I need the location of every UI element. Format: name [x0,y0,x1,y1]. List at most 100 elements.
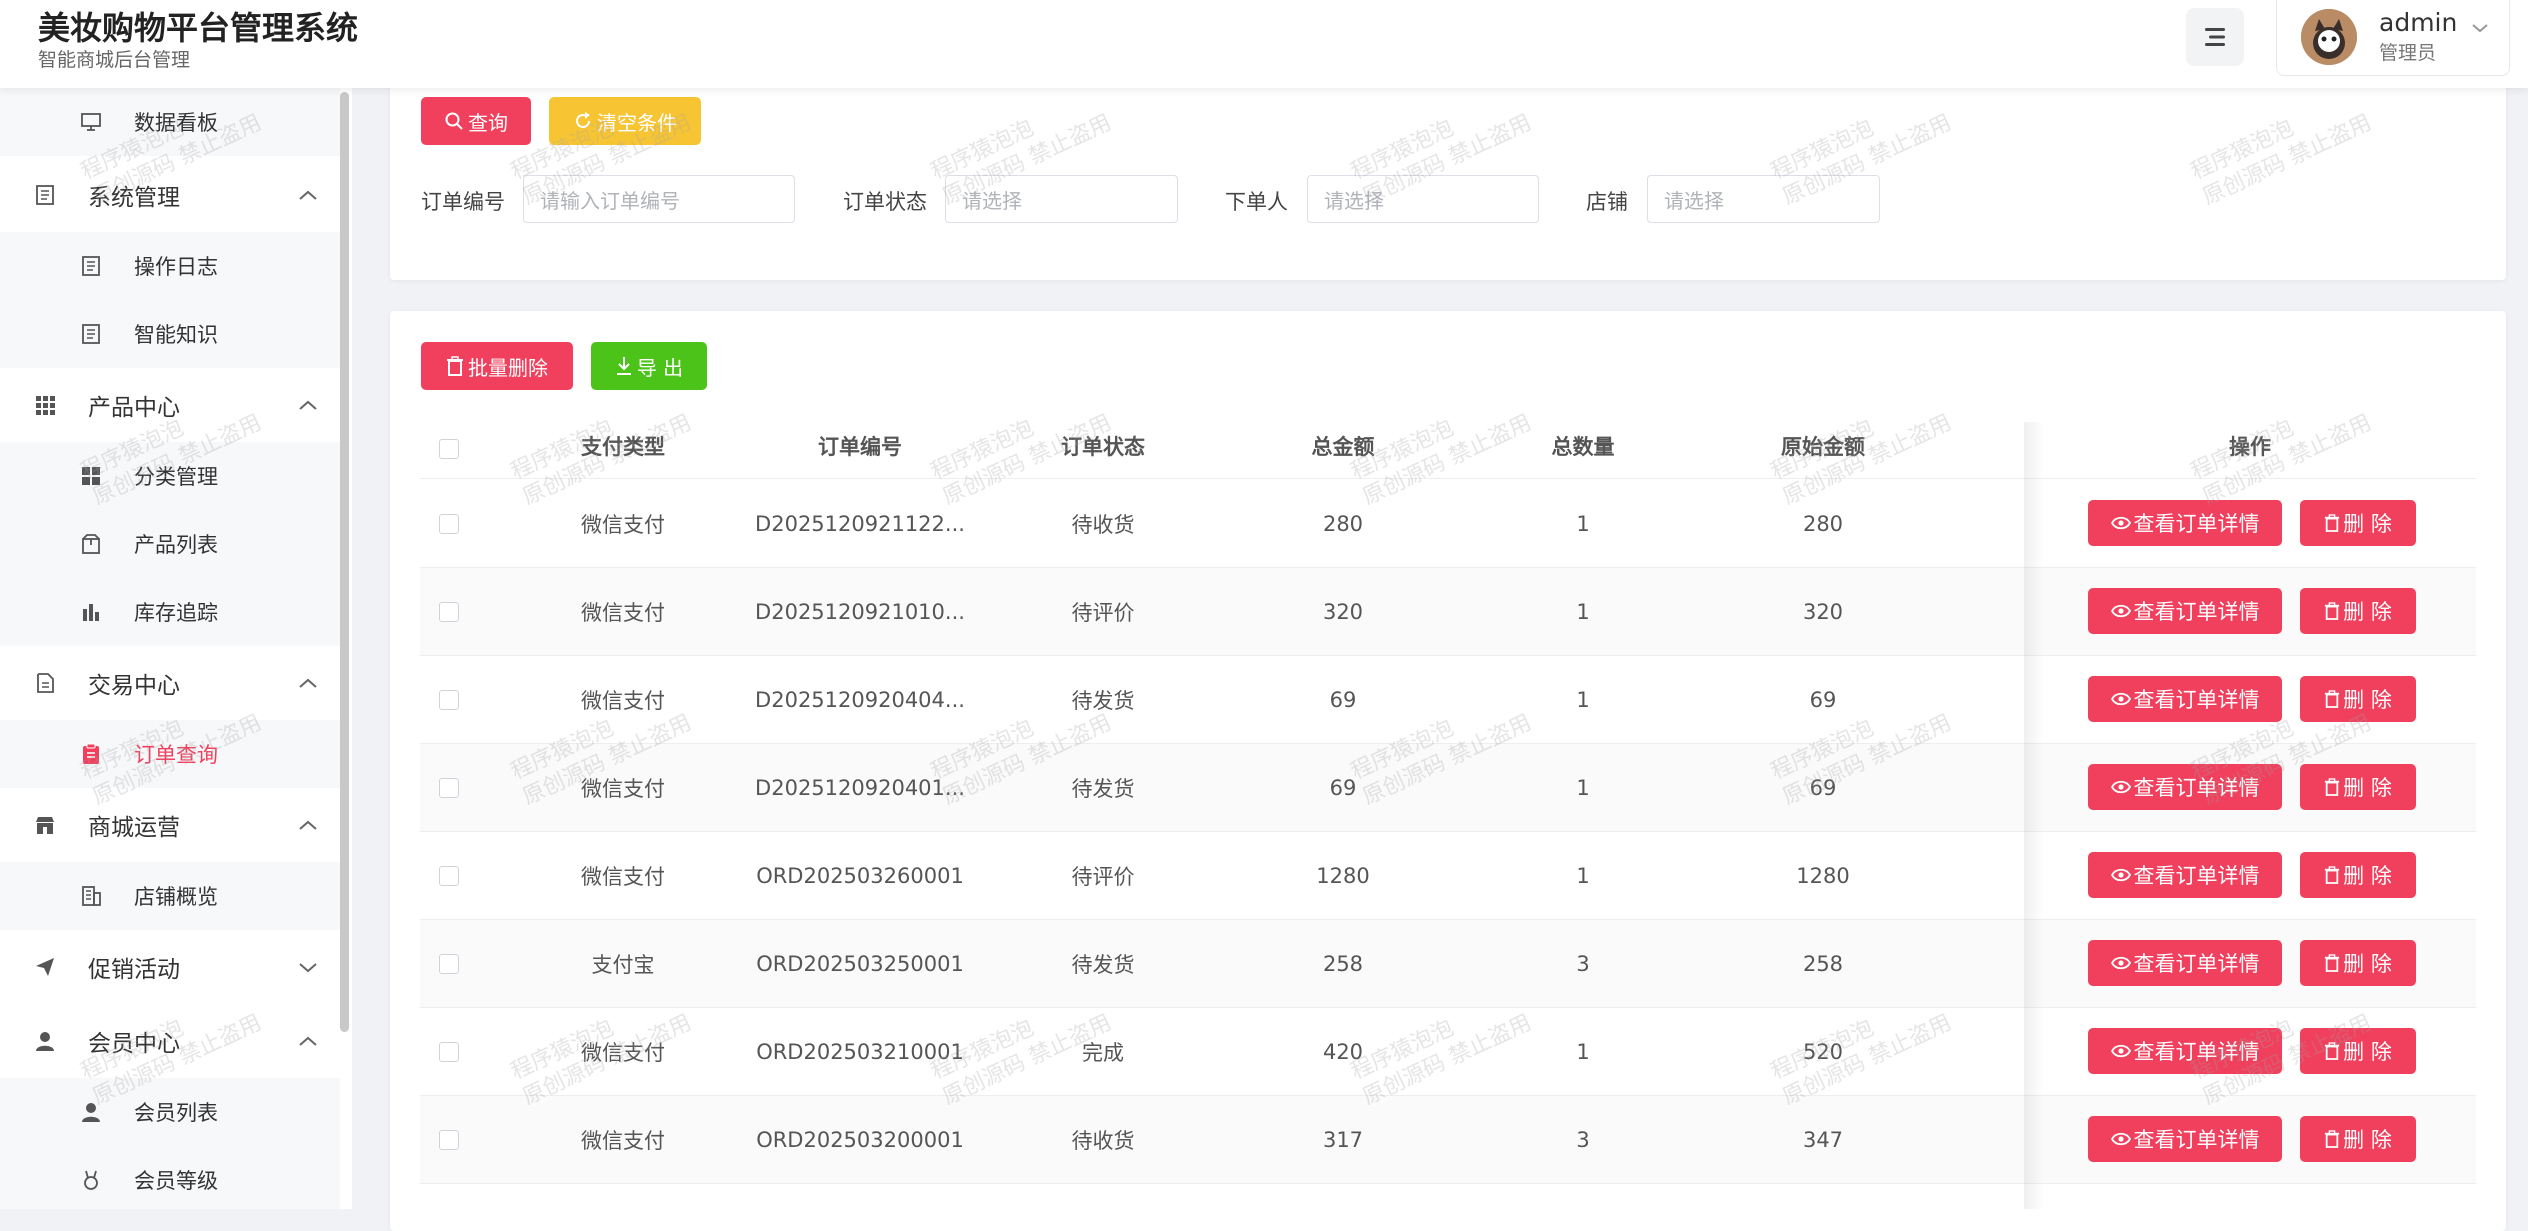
row-checkbox[interactable] [439,514,459,534]
delete-button[interactable]: 删 除 [2300,940,2416,986]
delete-button[interactable]: 删 除 [2300,676,2416,722]
eye-icon [2110,868,2131,882]
document-icon [82,256,100,276]
sidebar-item-shop-overview[interactable]: 店铺概览 [0,862,340,930]
cell-status: 待评价 [1071,865,1135,889]
order-no-input[interactable]: 请输入订单编号 [523,175,795,223]
sidebar-group-label: 系统管理 [88,185,180,211]
trash-icon [2325,778,2340,796]
sidebar-item-knowledge[interactable]: 智能知识 [0,300,340,368]
cell-original: 69 [1809,688,1837,712]
view-order-detail-button[interactable]: 查看订单详情 [2088,1028,2282,1074]
eye-icon [2110,780,2131,794]
sidebar-item-member-level[interactable]: 会员等级 [0,1146,340,1209]
cell-pay-type: 微信支付 [581,1041,665,1065]
delete-button[interactable]: 删 除 [2300,500,2416,546]
row-checkbox[interactable] [439,1042,459,1062]
delete-button[interactable]: 删 除 [2300,764,2416,810]
delete-button-label: 删 除 [2343,776,2392,800]
select-all-checkbox[interactable] [439,439,459,459]
user-icon [82,1103,100,1122]
sidebar-item-label: 智能知识 [134,323,218,347]
chevron-down-icon [299,963,317,973]
top-header: 美妆购物平台管理系统 智能商城后台管理 admin 管理员 [0,0,2528,88]
cell-status: 待评价 [1071,601,1135,625]
row-checkbox[interactable] [439,1130,459,1150]
sidebar-group-system[interactable]: 系统管理 [0,158,340,232]
table-row: 微信支付 ORD202503200001 待收货 317 3 347 查看订单详情 删 除 [420,1096,2476,1184]
sidebar-item-inventory[interactable]: 库存追踪 [0,578,340,646]
sidebar-group-label: 交易中心 [88,673,180,699]
table-row: 微信支付 ORD202503210001 完成 420 1 520 查看订单详情 删 除 [420,1008,2476,1096]
export-button[interactable]: 导 出 [591,342,707,390]
eye-icon [2110,956,2131,970]
sidebar-group-member[interactable]: 会员中心 [0,1004,340,1078]
cell-pay-type: 微信支付 [581,513,665,537]
filter-label-orderer: 下单人 [1225,190,1288,214]
send-icon [36,958,54,976]
delete-button[interactable]: 删 除 [2300,852,2416,898]
cell-original: 69 [1809,776,1837,800]
sidebar-group-mall[interactable]: 商城运营 [0,788,340,862]
delete-button[interactable]: 删 除 [2300,1028,2416,1074]
sidebar-item-label: 分类管理 [134,465,218,489]
table-row: 微信支付 ORD202503260001 待评价 1280 1 1280 查看订单详情 删 除 [420,832,2476,920]
row-checkbox[interactable] [439,690,459,710]
view-order-detail-button[interactable]: 查看订单详情 [2088,588,2282,634]
cell-status: 待发货 [1071,777,1135,801]
sidebar-group-product[interactable]: 产品中心 [0,368,340,442]
sidebar-item-order-query[interactable]: 订单查询 [0,720,340,788]
row-checkbox[interactable] [439,866,459,886]
avatar [2301,9,2357,65]
clear-button[interactable]: 清空条件 [549,97,701,145]
batch-delete-label: 批量删除 [468,355,548,380]
user-menu[interactable]: admin 管理员 [2276,0,2510,76]
delete-button[interactable]: 删 除 [2300,1116,2416,1162]
chevron-up-icon [299,190,317,200]
view-button-label: 查看订单详情 [2133,776,2260,800]
view-button-label: 查看订单详情 [2133,512,2260,536]
view-order-detail-button[interactable]: 查看订单详情 [2088,940,2282,986]
sidebar-scrollbar[interactable] [340,92,349,1032]
menu-toggle-button[interactable] [2186,8,2244,66]
sidebar-item-product-list[interactable]: 产品列表 [0,510,340,578]
cell-pay-type: 微信支付 [581,865,665,889]
cell-qty: 1 [1576,1040,1590,1064]
delete-button-label: 删 除 [2343,512,2392,536]
delete-button[interactable]: 删 除 [2300,588,2416,634]
cell-original: 258 [1802,952,1844,976]
category-icon [82,467,100,485]
view-order-detail-button[interactable]: 查看订单详情 [2088,500,2282,546]
row-checkbox[interactable] [439,954,459,974]
sidebar-item-dashboard[interactable]: 数据看板 [0,88,340,156]
view-order-detail-button[interactable]: 查看订单详情 [2088,764,2282,810]
column-header-total: 总金额 [1311,435,1375,459]
row-checkbox[interactable] [439,778,459,798]
sidebar-item-category[interactable]: 分类管理 [0,442,340,510]
document-icon [36,185,54,205]
trash-icon [447,356,463,376]
chevron-up-icon [299,820,317,830]
view-order-detail-button[interactable]: 查看订单详情 [2088,676,2282,722]
trash-icon [2325,1130,2340,1148]
batch-delete-button[interactable]: 批量删除 [421,342,573,390]
orderer-select[interactable]: 请选择 [1307,175,1539,223]
view-order-detail-button[interactable]: 查看订单详情 [2088,1116,2282,1162]
row-checkbox[interactable] [439,602,459,622]
sidebar-item-member-list[interactable]: 会员列表 [0,1078,340,1146]
sidebar-group-trade[interactable]: 交易中心 [0,646,340,720]
column-header-original: 原始金额 [1781,435,1865,459]
query-button[interactable]: 查询 [421,97,531,145]
view-order-detail-button[interactable]: 查看订单详情 [2088,852,2282,898]
shop-select[interactable]: 请选择 [1647,175,1880,223]
cell-qty: 3 [1576,1128,1590,1152]
search-icon [445,112,463,130]
cell-original: 347 [1802,1128,1844,1152]
sidebar-group-promotion[interactable]: 促销活动 [0,930,340,1004]
cell-order-no: ORD202503260001 [756,864,964,888]
cell-total: 320 [1322,600,1364,624]
sidebar-item-operation-log[interactable]: 操作日志 [0,232,340,300]
cell-original: 320 [1802,600,1844,624]
order-status-select[interactable]: 请选择 [945,175,1178,223]
clipboard-icon [83,743,99,764]
